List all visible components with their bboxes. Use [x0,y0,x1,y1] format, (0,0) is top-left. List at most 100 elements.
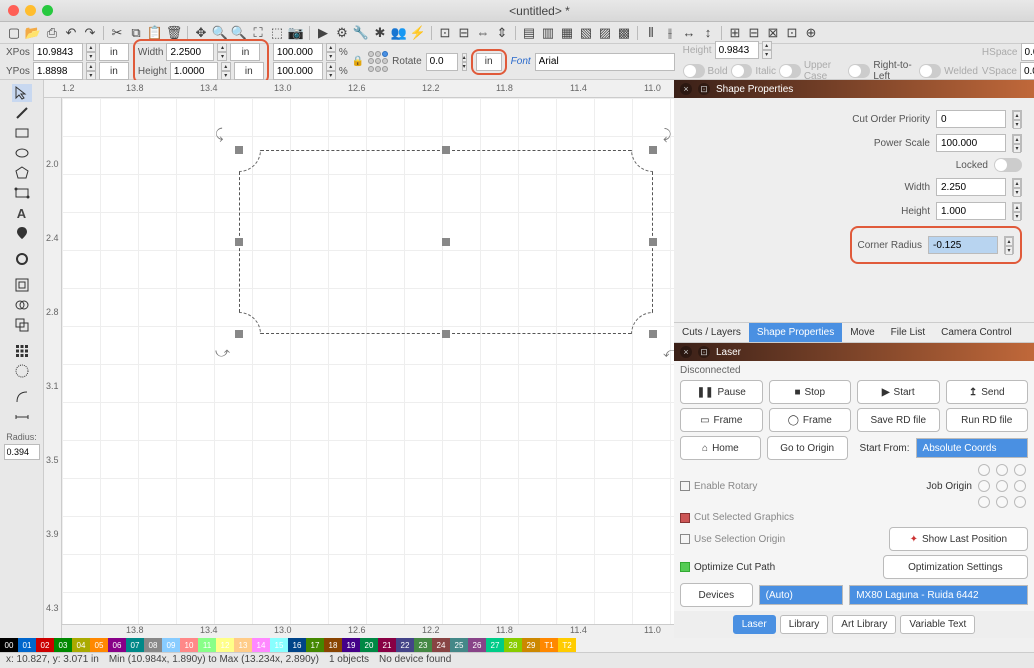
marker-tool[interactable] [12,224,32,242]
minimize-window[interactable] [25,5,36,16]
undo-icon[interactable]: ↶ [63,25,79,41]
dist-h-icon[interactable]: ⫴ [643,25,659,41]
camera-icon[interactable]: 📷 [288,25,304,41]
ungroup-icon[interactable]: ⊟ [456,25,472,41]
color-swatch-09[interactable]: 09 [162,638,180,652]
enable-rotary-check[interactable]: Enable Rotary [680,481,757,492]
boolean-tool[interactable] [12,316,32,334]
italic-toggle[interactable] [731,64,753,78]
arc-tool[interactable] [12,388,32,406]
rotate-input[interactable] [426,53,458,71]
ring-tool[interactable] [12,250,32,268]
same-w-icon[interactable]: ↔ [681,25,697,41]
rect-tool[interactable] [12,124,32,142]
same-h-icon[interactable]: ↕ [700,25,716,41]
canvas[interactable]: 1.2 13.8 13.4 13.0 12.6 12.2 11.8 11.4 1… [44,80,674,638]
color-swatch-12[interactable]: 12 [216,638,234,652]
polygon-tool[interactable] [12,164,32,182]
weld-tool[interactable] [12,296,32,314]
line-tool[interactable] [12,104,32,122]
cut-icon[interactable]: ✂ [109,25,125,41]
color-swatch-04[interactable]: 04 [72,638,90,652]
laser-close-icon[interactable]: × [680,346,692,358]
tab-camera[interactable]: Camera Control [933,323,1020,342]
laser-undock-icon[interactable]: ⊡ [698,346,710,358]
align-b-icon[interactable]: ▩ [616,25,632,41]
tab-move[interactable]: Move [842,323,882,342]
color-swatch-05[interactable]: 05 [90,638,108,652]
color-swatch-21[interactable]: 21 [378,638,396,652]
start-from-select[interactable]: Absolute Coords [916,438,1028,458]
devices-button[interactable]: Devices [680,583,753,607]
ellipse-tool[interactable] [12,144,32,162]
goto-origin-button[interactable]: Go to Origin [767,436,848,460]
ltab-art[interactable]: Art Library [832,615,896,634]
mirror-h-icon[interactable]: ⇔ [475,25,491,41]
color-swatch-16[interactable]: 16 [288,638,306,652]
show-last-button[interactable]: ✦Show Last Position [889,527,1028,551]
align-m-icon[interactable]: ▨ [597,25,613,41]
color-swatch-03[interactable]: 03 [54,638,72,652]
close-window[interactable] [8,5,19,16]
center-icon[interactable]: ⊕ [803,25,819,41]
scale-w-input[interactable] [273,43,323,61]
align-l-icon[interactable]: ▤ [521,25,537,41]
cut-order-input[interactable] [936,110,1006,128]
ypos-input[interactable] [33,62,83,80]
users-icon[interactable]: 👥 [391,25,407,41]
color-swatch-20[interactable]: 20 [360,638,378,652]
pause-button[interactable]: ❚❚Pause [680,380,763,404]
mirror-v-icon[interactable]: ⇕ [494,25,510,41]
tab-cuts[interactable]: Cuts / Layers [674,323,749,342]
font-input[interactable] [535,53,675,71]
color-swatch-17[interactable]: 17 [306,638,324,652]
auto-select[interactable]: (Auto) [759,585,844,605]
color-swatch-24[interactable]: 24 [432,638,450,652]
dist1-icon[interactable]: ⊞ [727,25,743,41]
color-swatch-08[interactable]: 08 [144,638,162,652]
use-selection-check[interactable]: Use Selection Origin [680,534,785,545]
color-swatch-02[interactable]: 02 [36,638,54,652]
grid-tool[interactable] [12,342,32,360]
panel-close-icon[interactable]: × [680,83,692,95]
frame2-button[interactable]: ◯Frame [769,408,852,432]
tools-icon[interactable]: 🔧 [353,25,369,41]
ltab-library[interactable]: Library [780,615,829,634]
edit-nodes-tool[interactable] [12,184,32,202]
optimize-check[interactable]: Optimize Cut Path [680,562,775,573]
dn[interactable]: ▾ [86,52,96,61]
ypos-unit[interactable]: in [99,62,129,80]
text-tool[interactable]: A [12,204,32,222]
radial-tool[interactable] [12,362,32,380]
sp-height-input[interactable] [936,202,1006,220]
ltab-laser[interactable]: Laser [733,615,776,634]
run-rd-button[interactable]: Run RD file [946,408,1029,432]
settings-icon[interactable]: ⚙ [334,25,350,41]
rtl-toggle[interactable] [848,64,870,78]
color-swatch-07[interactable]: 07 [126,638,144,652]
align-t-icon[interactable]: ▧ [578,25,594,41]
open-icon[interactable]: 📂 [25,25,41,41]
preview-icon[interactable]: ▶ [315,25,331,41]
color-swatch-00[interactable]: 00 [0,638,18,652]
ltab-variable[interactable]: Variable Text [900,615,975,634]
color-swatch-14[interactable]: 14 [252,638,270,652]
color-swatch-29[interactable]: 29 [522,638,540,652]
select-tool[interactable] [12,84,32,102]
color-swatch-23[interactable]: 23 [414,638,432,652]
color-swatch-T1[interactable]: T1 [540,638,558,652]
align-r-icon[interactable]: ▦ [559,25,575,41]
color-swatch-18[interactable]: 18 [324,638,342,652]
color-swatch-06[interactable]: 06 [108,638,126,652]
width-input[interactable] [166,43,214,61]
color-swatch-27[interactable]: 27 [486,638,504,652]
height-input[interactable] [170,62,218,80]
color-swatch-15[interactable]: 15 [270,638,288,652]
sp-width-input[interactable] [936,178,1006,196]
dist4-icon[interactable]: ⊡ [784,25,800,41]
bold-toggle[interactable] [683,64,705,78]
support-icon[interactable]: ✱ [372,25,388,41]
dist3-icon[interactable]: ⊠ [765,25,781,41]
unit-box[interactable]: in [476,53,502,71]
send-button[interactable]: ↥Send [946,380,1029,404]
